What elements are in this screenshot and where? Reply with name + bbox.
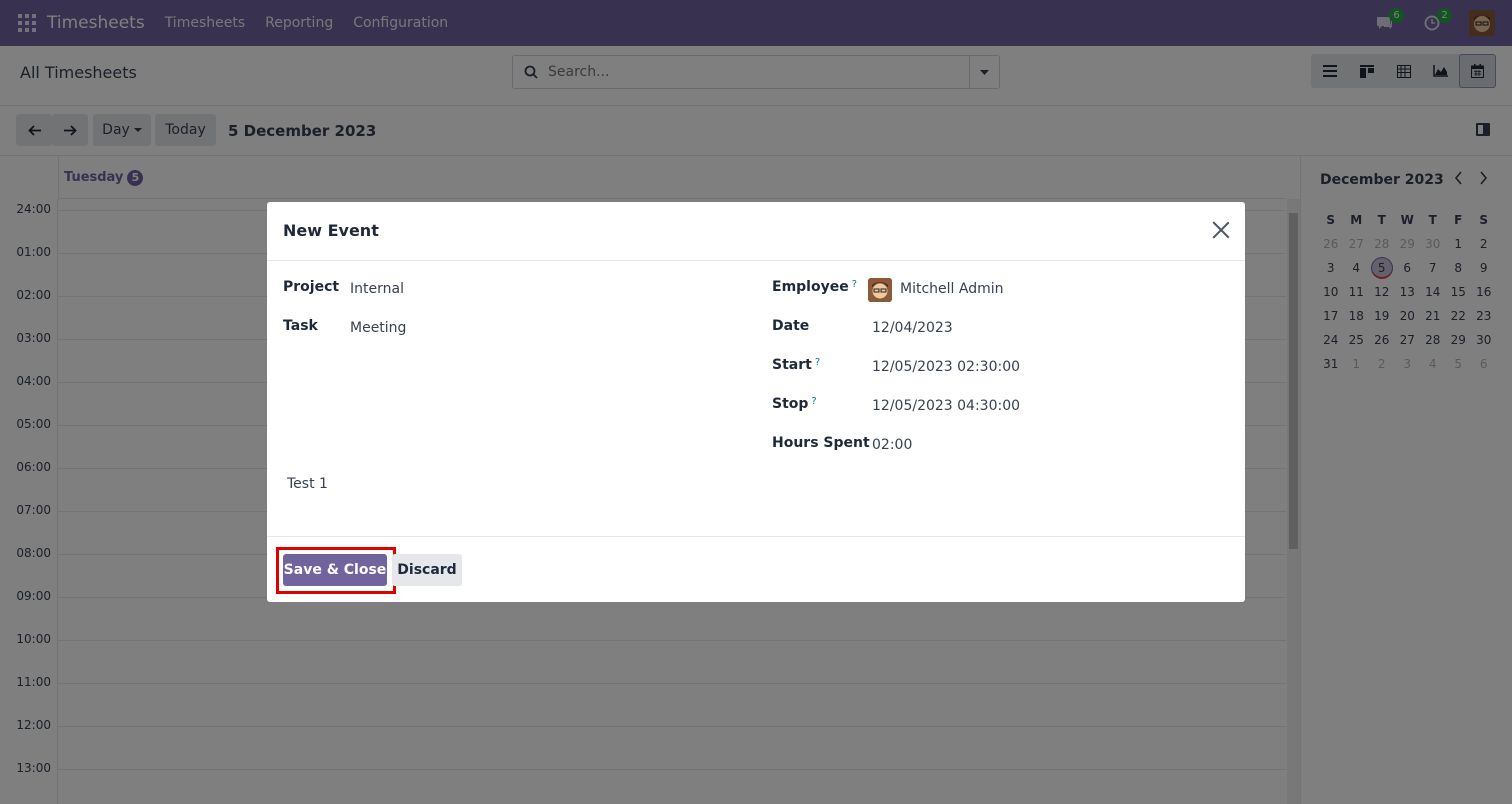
dialog-title: New Event [283,221,379,240]
employee-field[interactable]: Mitchell Admin [900,281,1004,297]
start-label-group: Start? [772,357,820,373]
start-label: Start [772,357,812,373]
close-icon[interactable] [1211,220,1231,240]
start-field[interactable]: 12/05/2023 02:30:00 [872,359,1020,375]
dialog-header: New Event [267,202,1245,261]
hours-spent-field[interactable]: 02:00 [872,437,912,453]
employee-label-group: Employee? [772,279,857,295]
stop-label: Stop [772,396,809,412]
employee-label: Employee [772,279,849,295]
task-label: Task [283,318,318,334]
project-label: Project [283,279,340,295]
stop-label-group: Stop? [772,396,817,412]
help-tooltip-icon[interactable]: ? [815,357,820,368]
hours-spent-label: Hours Spent [772,435,870,451]
date-field[interactable]: 12/04/2023 [872,320,953,336]
stop-field[interactable]: 12/05/2023 04:30:00 [872,398,1020,414]
help-tooltip-icon[interactable]: ? [811,396,816,407]
description-field[interactable]: Test 1 [287,476,328,492]
task-field[interactable]: Meeting [350,320,406,336]
project-field[interactable]: Internal [350,281,404,297]
save-and-close-button[interactable]: Save & Close [283,554,387,586]
help-tooltip-icon[interactable]: ? [852,279,857,290]
date-label: Date [772,318,810,334]
new-event-dialog: New Event Project Internal Task Meeting … [267,202,1245,602]
employee-avatar [868,278,892,302]
discard-button[interactable]: Discard [392,554,462,586]
dialog-footer: Save & Close Discard [267,536,1245,602]
